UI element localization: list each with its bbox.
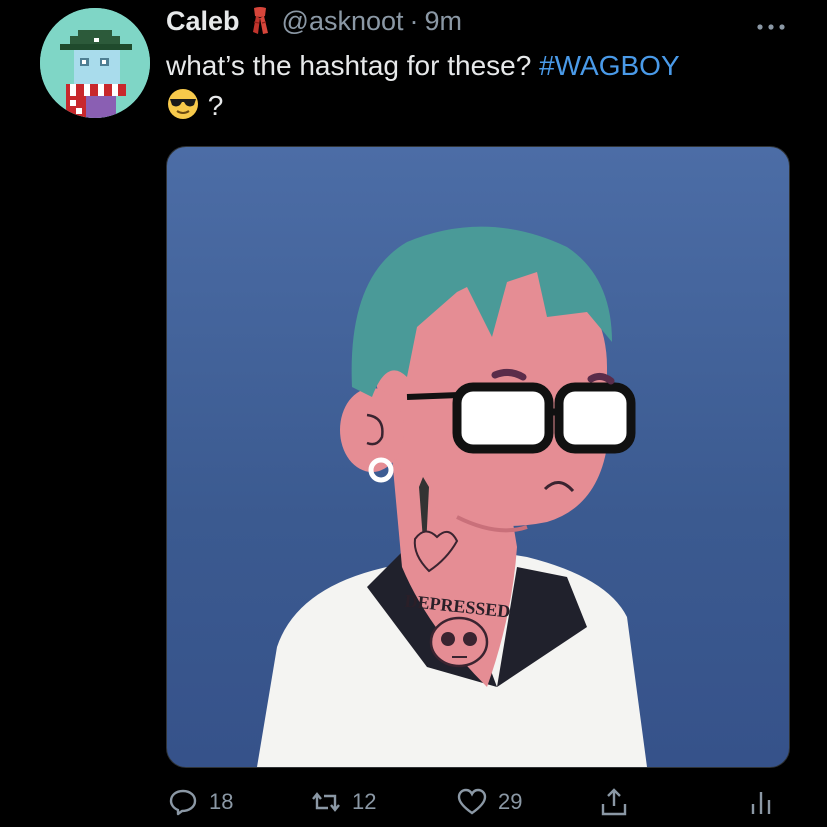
separator-dot: · bbox=[409, 5, 419, 36]
like-button[interactable]: 29 bbox=[456, 786, 522, 818]
reply-icon bbox=[169, 789, 197, 816]
analytics-button[interactable] bbox=[745, 786, 787, 818]
retweet-count: 12 bbox=[352, 789, 377, 814]
tweet-timestamp[interactable]: 9m bbox=[425, 6, 463, 37]
author-handle[interactable]: @asknoot bbox=[282, 6, 404, 37]
like-count: 29 bbox=[498, 789, 523, 814]
author-avatar[interactable] bbox=[40, 8, 150, 118]
pixel-avatar-image bbox=[40, 8, 150, 118]
share-button[interactable] bbox=[598, 786, 640, 818]
share-icon bbox=[601, 788, 627, 816]
heart-icon bbox=[457, 788, 487, 815]
reply-count: 18 bbox=[209, 789, 234, 814]
retweet-button[interactable]: 12 bbox=[310, 786, 376, 818]
wagboy-artwork: DEPRESSED bbox=[257, 226, 647, 767]
question-mark: ? bbox=[207, 90, 224, 121]
author-name[interactable]: Caleb bbox=[166, 6, 240, 37]
tweet-media-image[interactable]: DEPRESSED bbox=[166, 146, 790, 768]
retweet-icon bbox=[312, 792, 340, 812]
scarf-emoji-icon bbox=[252, 7, 268, 34]
hashtag-link[interactable]: #WAGBOY bbox=[539, 50, 680, 81]
analytics-icon bbox=[751, 792, 771, 814]
reply-button[interactable]: 18 bbox=[167, 786, 233, 818]
tweet-header: Caleb @asknoot · 9m bbox=[166, 4, 462, 38]
tweet-actions: 18 12 29 bbox=[0, 780, 827, 824]
sunglasses-emoji-icon bbox=[168, 89, 198, 119]
tweet-text: what’s the hashtag for these? #WAGBOY ? bbox=[166, 46, 786, 126]
tweet-body: what’s the hashtag for these? bbox=[166, 50, 532, 81]
more-icon[interactable] bbox=[755, 12, 787, 38]
